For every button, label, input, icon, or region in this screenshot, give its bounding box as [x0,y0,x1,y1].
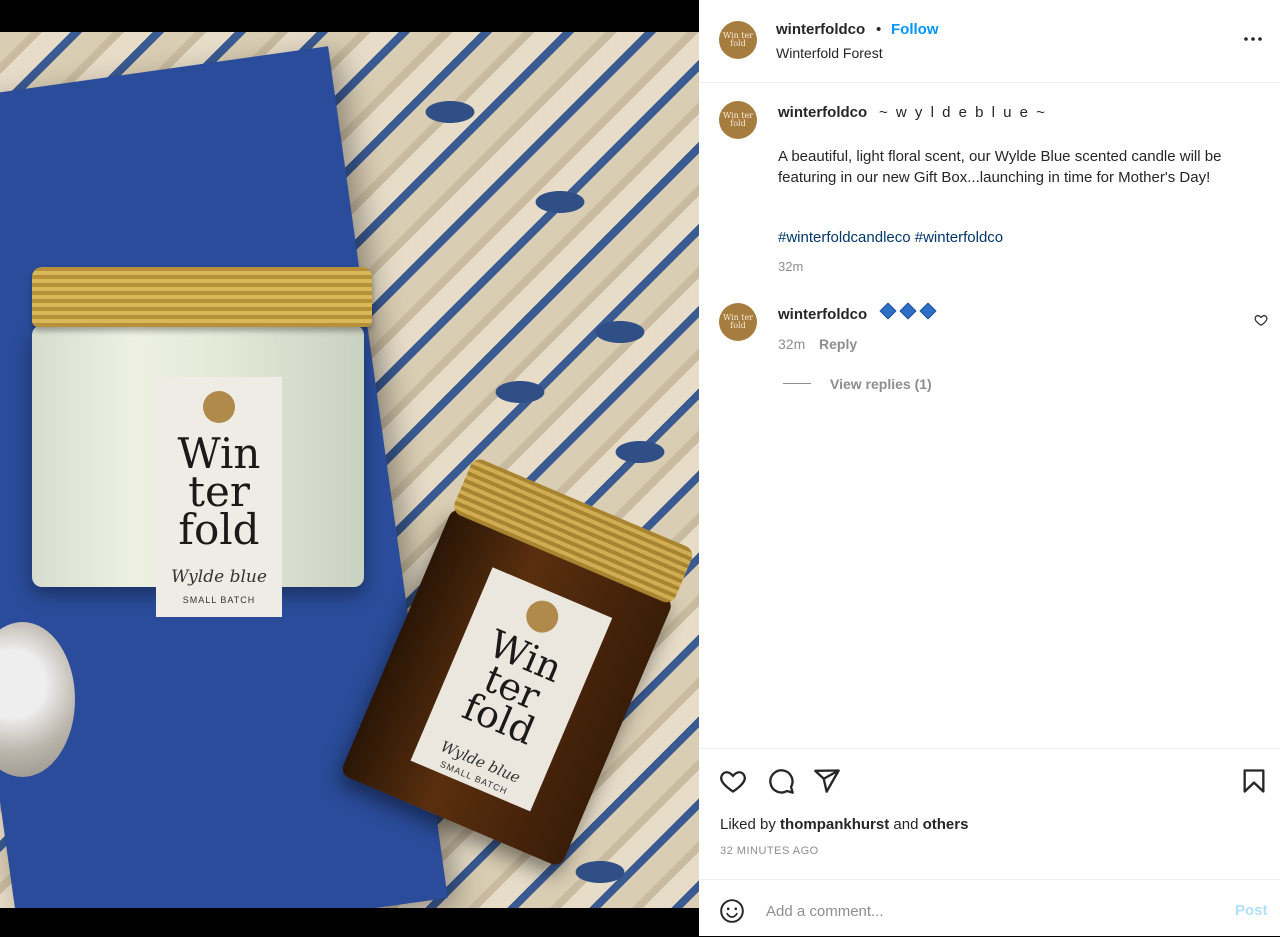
jar-label: Win ter fold Wylde blue SMALL BATCH [156,377,282,617]
follow-button[interactable]: Follow [891,21,939,38]
location-link[interactable]: Winterfold Forest [776,45,883,61]
comment-bubble-icon[interactable] [767,767,795,795]
caption-title: ~ w y l d e b l u e ~ [879,104,1047,121]
header-username[interactable]: winterfoldco [776,21,865,38]
seal-icon [521,595,564,638]
like-heart-icon[interactable] [719,767,747,795]
avatar-text: Win ter fold [722,31,754,48]
post-side-panel: Win ter fold winterfoldco • Follow Winte… [699,0,1280,936]
avatar-text: Win ter fold [722,313,754,330]
post-timestamp[interactable]: 32 MINUTES AGO [720,845,819,857]
post-photo[interactable]: Win ter fold Wylde blue SMALL BATCH Win … [0,0,699,936]
caption-body: A beautiful, light floral scent, our Wyl… [778,148,1222,186]
comment-time[interactable]: 32m [778,336,805,352]
more-horizontal-icon[interactable] [1242,28,1264,50]
avatar-text: Win ter fold [722,111,754,128]
comment-diamonds [878,302,938,321]
add-comment-bar: Post [699,879,1280,937]
reply-button[interactable]: Reply [819,336,857,352]
emoji-icon[interactable] [719,898,745,924]
large-candle-jar: Win ter fold Wylde blue SMALL BATCH [32,267,372,617]
blue-diamond-icon [879,302,897,320]
replies-divider [783,383,811,384]
caption-hashtags[interactable]: #winterfoldcandleco #winterfoldco [778,229,1003,246]
liked-and: and [893,816,919,833]
label-script: Wylde blue [171,567,267,587]
jar-lid [32,267,372,327]
brand-line-3: fold [178,504,260,554]
view-replies-button[interactable]: View replies (1) [830,376,932,392]
post-actions: Liked by thompankhurst and others 32 MIN… [699,748,1280,879]
post-header: Win ter fold winterfoldco • Follow Winte… [699,0,1280,83]
instagram-post-modal: Win ter fold Wylde blue SMALL BATCH Win … [0,0,1280,936]
photo-background: Win ter fold Wylde blue SMALL BATCH Win … [0,32,699,908]
bookmark-icon[interactable] [1240,767,1268,795]
liked-prefix: Liked by [720,816,776,833]
comment-heart-icon[interactable] [1254,313,1270,329]
liked-user-link[interactable]: thompankhurst [780,816,889,833]
comment-username[interactable]: winterfoldco [778,306,867,323]
seal-icon [203,391,235,423]
caption-time[interactable]: 32m [778,259,803,274]
label-brand: Win ter fold [156,433,282,554]
header-dot: • [876,21,882,38]
add-comment-input[interactable] [766,900,1206,922]
avatar[interactable]: Win ter fold [719,21,757,59]
blue-diamond-icon [899,302,917,320]
share-send-icon[interactable] [813,767,841,795]
liked-by: Liked by thompankhurst and others [720,816,968,833]
liked-others-link[interactable]: others [923,816,969,833]
comment-avatar[interactable]: Win ter fold [719,303,757,341]
caption-avatar[interactable]: Win ter fold [719,101,757,139]
caption-username[interactable]: winterfoldco [778,104,867,121]
post-button[interactable]: Post [1235,902,1268,919]
label-small-batch: SMALL BATCH [182,595,256,605]
blue-diamond-icon [919,302,937,320]
